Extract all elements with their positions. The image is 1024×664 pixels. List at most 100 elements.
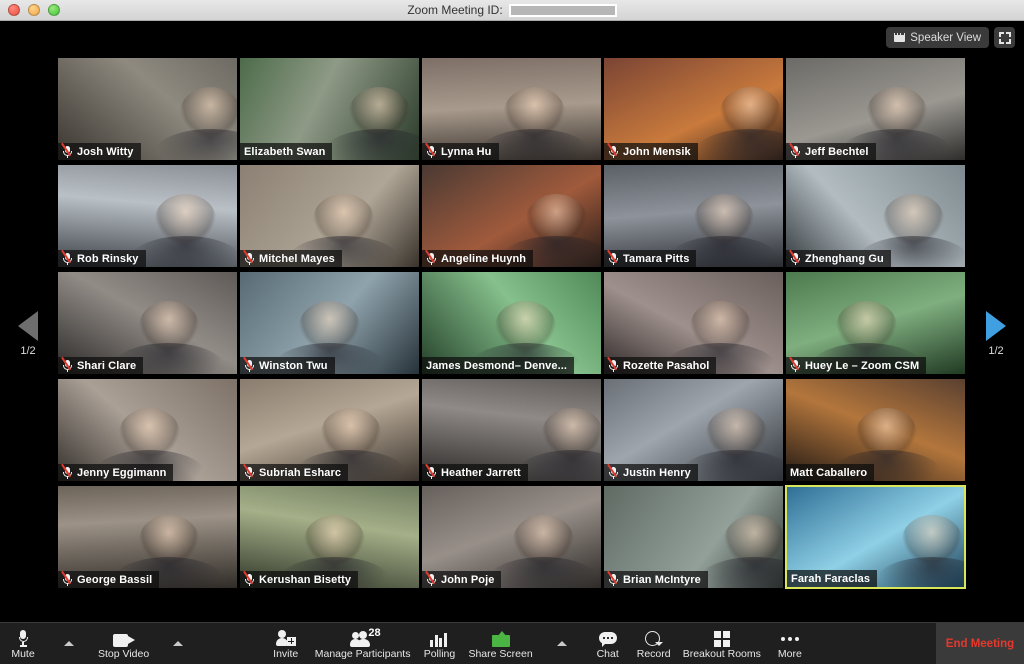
microphone-muted-icon [243,249,255,265]
participant-name: John Mensik [623,145,691,158]
participant-tile[interactable]: John Mensik [603,57,784,161]
participant-name: Matt Caballero [790,466,868,479]
participant-shoulders [154,129,237,160]
participant-tile[interactable]: Elizabeth Swan [239,57,420,161]
participant-tile[interactable]: Tamara Pitts [603,164,784,268]
participant-name-bar: Elizabeth Swan [240,143,333,160]
participant-tile[interactable]: Winston Twu [239,271,420,375]
end-meeting-button[interactable]: End Meeting [935,623,1024,664]
participant-name-bar: Kerushan Bisetty [240,570,359,588]
participant-name-bar: Josh Witty [58,142,141,160]
chat-button[interactable]: Chat [585,623,631,664]
participant-tile[interactable]: Huey Le – Zoom CSM [785,271,966,375]
participant-tile[interactable]: Farah Faraclas [785,485,966,589]
participant-name: Farah Faraclas [791,572,871,585]
participant-tile[interactable]: Jeff Bechtel [785,57,966,161]
participant-name: Josh Witty [77,145,134,158]
participant-video-grid: Josh Witty Elizabeth Swan Lynna Hu John Men… [57,57,969,602]
participant-tile[interactable]: Lynna Hu [421,57,602,161]
participant-name: Angeline Huynh [441,252,527,265]
microphone-muted-icon [607,463,619,479]
audio-options-button[interactable] [46,623,92,664]
manage-participants-button[interactable]: 28 Manage Participants [309,623,417,664]
participant-name-bar: Huey Le – Zoom CSM [786,356,927,374]
meeting-toolbar: Mute Stop Video Invite 28 Manage Partici… [0,622,1024,664]
microphone-muted-icon [243,570,255,586]
participant-name-bar: Farah Faraclas [787,570,878,587]
participant-tile[interactable]: Brian McIntyre [603,485,784,589]
participant-name-bar: Zhenghang Gu [786,249,891,267]
participant-tile[interactable]: Shari Clare [57,271,238,375]
add-person-icon [275,628,296,647]
speaker-view-button[interactable]: Speaker View [886,27,989,48]
breakout-rooms-button[interactable]: Breakout Rooms [677,623,767,664]
participant-shoulders [129,236,237,267]
people-icon: 28 [349,627,381,647]
share-options-button[interactable] [539,623,585,664]
participant-shoulders [324,129,419,160]
participant-name-bar: Heather Jarrett [422,463,528,481]
participant-name: Rozette Pasahol [623,359,710,372]
more-button[interactable]: More [767,623,813,664]
participant-tile[interactable]: Justin Henry [603,378,784,482]
polling-button[interactable]: Polling [416,623,462,664]
microphone-muted-icon [243,463,255,479]
participant-tile[interactable]: Mitchel Mayes [239,164,420,268]
participant-name: Jenny Eggimann [77,466,167,479]
polling-label: Polling [423,647,456,660]
participant-tile[interactable]: Zhenghang Gu [785,164,966,268]
microphone-muted-icon [607,142,619,158]
microphone-muted-icon [61,463,73,479]
participant-name-bar: John Poje [422,570,502,588]
next-page-control[interactable]: 1/2 [970,311,1022,357]
mute-label: Mute [11,647,35,660]
invite-button[interactable]: Invite [263,623,309,664]
microphone-muted-icon [789,142,801,158]
participant-tile[interactable]: Josh Witty [57,57,238,161]
participant-tile[interactable]: Subriah Esharc [239,378,420,482]
participant-name-bar: Winston Twu [240,356,335,374]
video-options-button[interactable] [155,623,201,664]
chat-label: Chat [596,647,619,660]
zoom-meeting-window: Zoom Meeting ID: Speaker View 1/2 1/2 Jo… [0,0,1024,664]
share-screen-button[interactable]: Share Screen [462,623,538,664]
record-button[interactable]: Record [631,623,677,664]
participant-tile[interactable]: George Bassil [57,485,238,589]
stop-video-label: Stop Video [98,647,150,660]
previous-page-control[interactable]: 1/2 [2,311,54,357]
participant-name-bar: Rozette Pasahol [604,356,717,374]
participant-tile[interactable]: Matt Caballero [785,378,966,482]
participant-name-bar: Mitchel Mayes [240,249,342,267]
participant-name: Zhenghang Gu [805,252,884,265]
stop-video-button[interactable]: Stop Video [92,623,155,664]
participant-tile[interactable]: Kerushan Bisetty [239,485,420,589]
participant-name-bar: Lynna Hu [422,142,499,160]
participant-tile[interactable]: James Desmond– Denve... [421,271,602,375]
chevron-up-icon [173,641,184,646]
microphone-muted-icon [607,570,619,586]
chevron-right-icon [986,311,1006,341]
participant-tile[interactable]: John Poje [421,485,602,589]
participant-tile[interactable]: Jenny Eggimann [57,378,238,482]
microphone-muted-icon [789,249,801,265]
participant-tile[interactable]: Rob Rinsky [57,164,238,268]
participant-tile[interactable]: Rozette Pasahol [603,271,784,375]
participant-name-bar: Rob Rinsky [58,249,146,267]
participant-name: Justin Henry [623,466,691,479]
participant-tile[interactable]: Heather Jarrett [421,378,602,482]
window-titlebar: Zoom Meeting ID: [0,0,1024,21]
participant-shoulders [698,557,783,588]
participant-tile[interactable]: Angeline Huynh [421,164,602,268]
microphone-muted-icon [607,356,619,372]
microphone-icon [18,628,28,647]
participant-name: Heather Jarrett [441,466,521,479]
mute-button[interactable]: Mute [0,623,46,664]
bar-chart-icon [430,628,448,647]
page-indicator-left: 1/2 [20,345,36,357]
fullscreen-button[interactable] [994,27,1015,48]
share-screen-icon [491,628,510,647]
chevron-up-icon [64,641,74,646]
microphone-muted-icon [425,142,437,158]
participant-name-bar: Jeff Bechtel [786,142,876,160]
microphone-muted-icon [61,142,73,158]
